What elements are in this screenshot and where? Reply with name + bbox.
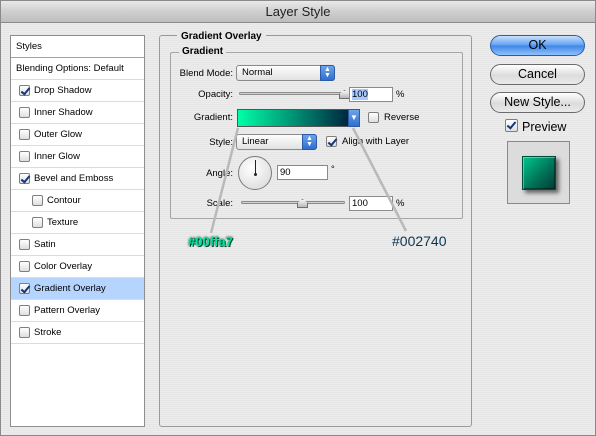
sidebar-item-label: Inner Glow [34,151,80,162]
preview-checkbox[interactable] [505,119,518,132]
blend-mode-select[interactable]: Normal ▲ ▼ [236,65,335,81]
sidebar-item-label: Blending Options: Default [16,63,124,74]
scale-input[interactable]: 100 [349,196,393,211]
end-color-annotation: #002740 [392,233,447,249]
style-label: Style: [209,137,233,148]
sidebar-item-texture[interactable]: Texture [11,212,144,234]
sidebar-checkbox[interactable] [19,239,30,250]
style-preview-box [507,141,570,204]
angle-unit: ° [331,164,335,175]
sidebar-checkbox[interactable] [19,261,30,272]
blend-mode-value: Normal [242,67,273,78]
sidebar-item-label: Gradient Overlay [34,283,106,294]
sidebar-item-label: Inner Shadow [34,107,93,118]
sidebar-item-label: Satin [34,239,56,250]
sidebar-item-inner-glow[interactable]: Inner Glow [11,146,144,168]
sidebar-item-inner-shadow[interactable]: Inner Shadow [11,102,144,124]
sidebar-checkbox[interactable] [19,85,30,96]
cancel-button[interactable]: Cancel [490,64,585,85]
sidebar-item-label: Color Overlay [34,261,93,272]
gradient-label: Gradient: [193,112,233,123]
style-select[interactable]: Linear ▲ ▼ [236,134,317,150]
sidebar-checkbox[interactable] [19,129,30,140]
window-title: Layer Style [1,1,595,23]
align-with-layer-checkbox[interactable] [326,136,337,147]
angle-label: Angle: [206,168,233,179]
angle-input[interactable]: 90 [277,165,328,180]
sidebar-checkbox[interactable] [19,327,30,338]
sidebar-checkbox[interactable] [32,217,43,228]
angle-center-dot [254,173,257,176]
sidebar-checkbox[interactable] [19,173,30,184]
select-arrows-icon: ▲ ▼ [302,134,317,150]
opacity-unit: % [396,89,405,100]
sidebar-item-drop-shadow[interactable]: Drop Shadow [11,80,144,102]
sidebar-item-satin[interactable]: Satin [11,234,144,256]
sidebar-item-bevel-and-emboss[interactable]: Bevel and Emboss [11,168,144,190]
sidebar-item-label: Drop Shadow [34,85,92,96]
scale-label: Scale: [206,198,233,209]
style-preview-swatch [522,156,556,190]
sidebar-item-label: Bevel and Emboss [34,173,114,184]
sidebar-item-label: Outer Glow [34,129,83,140]
sidebar-item-label: Stroke [34,327,62,338]
scale-value: 100 [352,198,368,209]
opacity-value: 100 [352,89,368,100]
sidebar-item-label: Pattern Overlay [34,305,100,316]
opacity-slider-track[interactable] [239,92,345,95]
opacity-label: Opacity: [198,89,233,100]
sidebar-item-contour[interactable]: Contour [11,190,144,212]
style-value: Linear [242,136,269,147]
scale-unit: % [396,198,405,209]
angle-needle [255,160,256,174]
sidebar-item-gradient-overlay[interactable]: Gradient Overlay [11,278,144,300]
blend-mode-label: Blend Mode: [179,68,233,79]
angle-dial[interactable] [238,156,272,190]
group-title: Gradient [179,46,227,57]
angle-value: 90 [280,167,291,178]
sidebar-checkbox[interactable] [19,107,30,118]
sidebar-item-label: Texture [47,217,79,228]
panel-title: Gradient Overlay [177,31,266,42]
gradient-dropdown-arrow-icon[interactable]: ▼ [348,109,360,127]
sidebar-checkbox[interactable] [19,151,30,162]
sidebar-item-stroke[interactable]: Stroke [11,322,144,344]
sidebar-checkbox[interactable] [19,283,30,294]
sidebar-item-blending-options-default[interactable]: Blending Options: Default [11,58,144,80]
sidebar-item-label: Contour [47,195,81,206]
sidebar-header[interactable]: Styles [11,36,144,58]
styles-sidebar: Styles Blending Options: Default Drop Sha… [10,35,145,427]
align-with-layer-label: Align with Layer [342,136,410,147]
layer-style-dialog: Layer Style Styles Blending Options: Def… [0,0,596,436]
gradient-preview-bar[interactable] [237,109,349,127]
start-color-annotation: #00ffa7 [188,234,233,249]
sidebar-item-pattern-overlay[interactable]: Pattern Overlay [11,300,144,322]
new-style-button[interactable]: New Style... [490,92,585,113]
opacity-input[interactable]: 100 [349,87,393,102]
sidebar-item-outer-glow[interactable]: Outer Glow [11,124,144,146]
reverse-label: Reverse [384,112,420,123]
sidebar-checkbox[interactable] [19,305,30,316]
sidebar-item-color-overlay[interactable]: Color Overlay [11,256,144,278]
select-arrows-icon: ▲ ▼ [320,65,335,81]
scale-slider-track[interactable] [241,201,345,204]
sidebar-checkbox[interactable] [32,195,43,206]
preview-label: Preview [522,120,567,134]
reverse-checkbox[interactable] [368,112,379,123]
ok-button[interactable]: OK [490,35,585,56]
